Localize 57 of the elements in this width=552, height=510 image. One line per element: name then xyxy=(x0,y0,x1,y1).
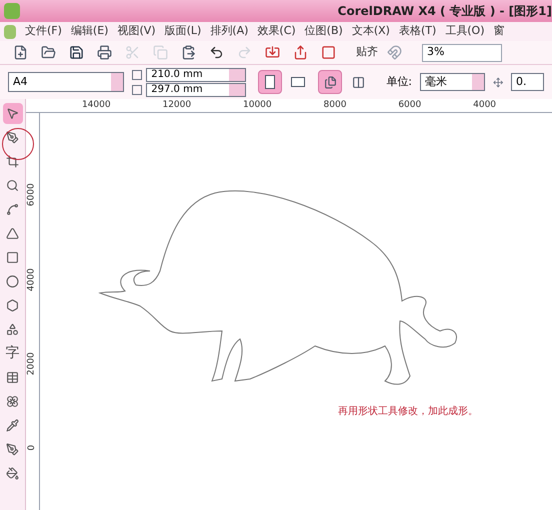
triangle-icon xyxy=(6,227,19,240)
unit-label: 单位: xyxy=(386,74,412,90)
zoom-icon xyxy=(6,179,19,192)
shapes-icon xyxy=(6,323,19,336)
portrait-button[interactable] xyxy=(258,70,282,94)
page-size-dropdown[interactable]: A4 xyxy=(8,72,124,92)
columns-icon xyxy=(352,76,365,88)
menu-item[interactable]: 编辑(E) xyxy=(70,23,108,40)
width-field[interactable]: 210.0 mm xyxy=(146,68,246,82)
all-pages-button[interactable] xyxy=(318,70,342,94)
unit-dropdown[interactable]: 毫米 xyxy=(420,73,485,91)
ruler-label: 2000 xyxy=(26,352,38,376)
zoom-field[interactable]: 3% xyxy=(422,44,502,62)
paint-bucket-icon xyxy=(6,467,19,480)
window-title: CorelDRAW X4 ( 专业版 ) - [图形1] xyxy=(338,3,552,20)
ruler-label: 4000 xyxy=(26,268,38,291)
tool-button[interactable] xyxy=(2,103,22,124)
ellipse-icon xyxy=(6,275,19,288)
node-pen-icon xyxy=(6,131,19,144)
document-icon xyxy=(4,24,16,38)
menu-item[interactable]: 效果(C) xyxy=(257,23,296,40)
curve-icon xyxy=(6,203,19,216)
ruler-label: 14000 xyxy=(82,98,111,112)
pages-icon xyxy=(324,76,337,88)
table-icon xyxy=(6,371,19,384)
flower-icon xyxy=(6,395,19,408)
move-arrows-icon xyxy=(492,76,504,88)
rectangle-icon xyxy=(6,251,19,264)
height-icon xyxy=(132,84,142,94)
crop-icon xyxy=(6,155,19,168)
ruler-label: 6000 xyxy=(398,98,422,112)
width-icon xyxy=(132,70,142,80)
menu-item[interactable]: 位图(B) xyxy=(304,23,343,40)
menu-item[interactable]: 工具(O) xyxy=(445,23,484,40)
menu-item[interactable]: 窗 xyxy=(494,23,504,40)
ruler-label: 12000 xyxy=(162,98,192,112)
app-logo-icon xyxy=(4,3,20,19)
nudge-field[interactable]: 0. xyxy=(511,73,544,91)
ruler-label: 6000 xyxy=(26,184,38,207)
eyedropper-icon xyxy=(6,419,19,432)
menu-item[interactable]: 排列(A) xyxy=(210,23,248,40)
ruler-label: 0 xyxy=(26,445,38,451)
menu-item[interactable]: 视图(V) xyxy=(117,23,156,40)
pen-icon xyxy=(6,443,19,456)
annotation-text: 再用形状工具修改，加此成形。 xyxy=(338,404,478,419)
ruler-label: 4000 xyxy=(473,98,496,112)
polygon-icon xyxy=(6,299,19,312)
menu-item[interactable]: 版面(L) xyxy=(164,23,202,40)
height-field[interactable]: 297.0 mm xyxy=(146,82,246,96)
menu-item[interactable]: 文本(X) xyxy=(352,23,390,40)
menu-item[interactable]: 表格(T) xyxy=(398,23,436,40)
ruler-label: 10000 xyxy=(243,98,272,112)
snap-label[interactable]: 贴齐 xyxy=(356,44,378,61)
text-tool[interactable]: 字 xyxy=(2,343,22,364)
pointer-icon xyxy=(6,107,19,120)
menu-item[interactable]: 文件(F) xyxy=(25,23,62,40)
ruler-label: 8000 xyxy=(324,98,346,112)
